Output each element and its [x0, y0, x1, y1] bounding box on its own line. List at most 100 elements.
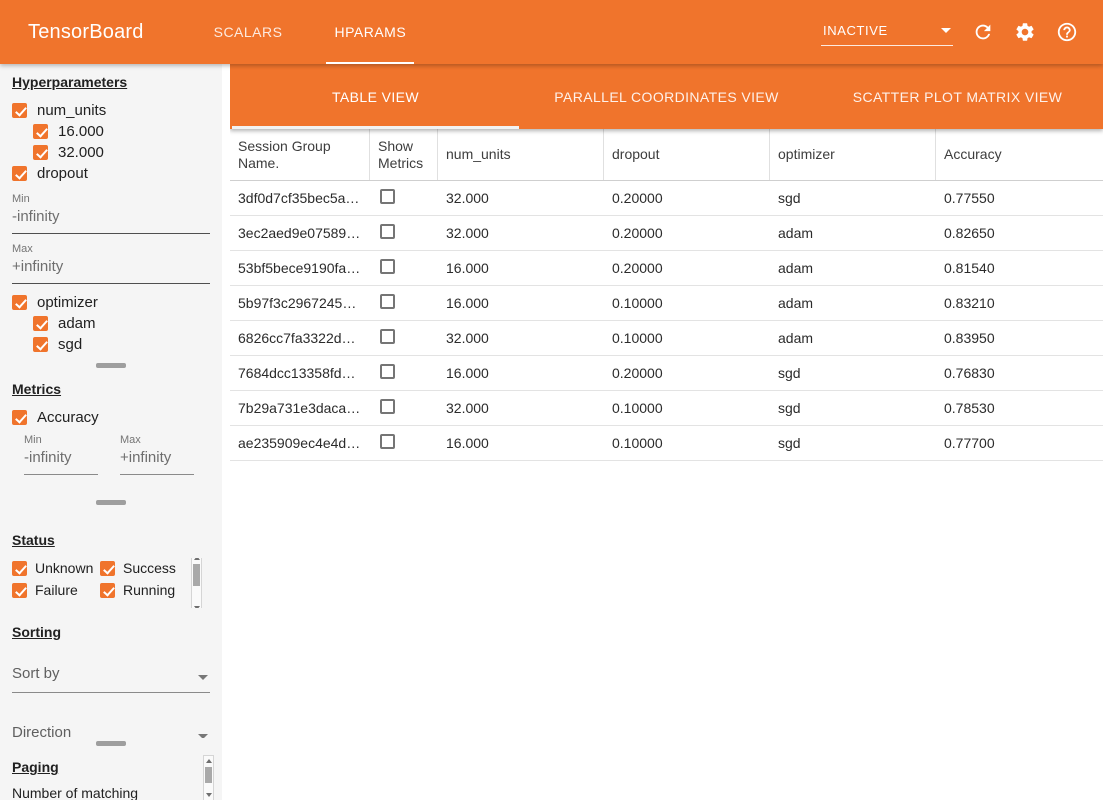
session-group-name: 7684dcc13358fd0…: [230, 365, 370, 381]
metric-min-label: Min: [24, 434, 98, 446]
status-checkbox-unknown[interactable]: Unknown: [12, 558, 100, 578]
show-metrics-checkbox[interactable]: [380, 364, 395, 379]
resize-grip-icon: [96, 741, 126, 746]
metric-checkbox-accuracy[interactable]: Accuracy: [12, 407, 210, 428]
hparam-checkbox-dropout[interactable]: dropout: [12, 163, 210, 184]
checkbox-label: dropout: [37, 165, 88, 182]
checkbox-checked-icon: [33, 316, 48, 331]
hparam-value-checkbox-adam[interactable]: adam: [33, 313, 210, 334]
metric-max-label: Max: [120, 434, 194, 446]
dropout-value: 0.10000: [604, 400, 770, 416]
paging-scrollbar[interactable]: [203, 755, 214, 800]
metric-min-input[interactable]: [24, 446, 98, 475]
checkbox-label: Failure: [35, 582, 78, 598]
direction-dropdown[interactable]: Direction: [12, 719, 210, 738]
checkbox-label: num_units: [37, 102, 106, 119]
column-header-dropout[interactable]: dropout: [604, 129, 770, 180]
checkbox-checked-icon: [33, 337, 48, 352]
table-row: 53bf5bece9190fa… 16.000 0.20000 adam 0.8…: [230, 251, 1103, 286]
pane-resize-handle[interactable]: [0, 738, 222, 749]
show-metrics-checkbox[interactable]: [380, 294, 395, 309]
checkbox-label: Accuracy: [37, 409, 99, 426]
dropout-max-input[interactable]: [12, 255, 210, 284]
dropout-value: 0.10000: [604, 435, 770, 451]
scroll-up-icon[interactable]: [204, 756, 213, 766]
chevron-down-icon: [198, 675, 208, 680]
sort-by-dropdown[interactable]: Sort by: [12, 660, 210, 693]
pane-resize-handle[interactable]: [0, 360, 222, 371]
table-row: 5b97f3c2967245b… 16.000 0.10000 adam 0.8…: [230, 286, 1103, 321]
optimizer-value: sgd: [770, 435, 936, 451]
scrollbar-thumb[interactable]: [205, 767, 212, 783]
session-group-name: 3ec2aed9e07589f…: [230, 225, 370, 241]
column-header-session-group-name[interactable]: Session Group Name.: [230, 129, 370, 180]
dropout-value: 0.20000: [604, 225, 770, 241]
optimizer-value: sgd: [770, 190, 936, 206]
show-metrics-checkbox[interactable]: [380, 224, 395, 239]
status-checkbox-running[interactable]: Running: [100, 580, 188, 600]
hparam-value-checkbox-sgd[interactable]: sgd: [33, 334, 210, 355]
dropout-value: 0.20000: [604, 260, 770, 276]
column-header-accuracy[interactable]: Accuracy: [936, 129, 1103, 180]
help-button[interactable]: [1055, 20, 1079, 44]
pane-resize-handle[interactable]: [0, 497, 222, 508]
metrics-pane: Metrics Accuracy Min Max: [0, 371, 222, 497]
tab-scatter-plot-matrix-view[interactable]: SCATTER PLOT MATRIX VIEW: [812, 64, 1103, 129]
tab-table-view[interactable]: TABLE VIEW: [230, 64, 521, 129]
tab-parallel-coordinates-view[interactable]: PARALLEL COORDINATES VIEW: [521, 64, 812, 129]
gear-icon: [1014, 21, 1036, 43]
hparam-checkbox-num-units[interactable]: num_units: [12, 100, 210, 121]
dropout-value: 0.10000: [604, 295, 770, 311]
checkbox-checked-icon: [12, 295, 27, 310]
column-header-num-units[interactable]: num_units: [438, 129, 604, 180]
hparam-checkbox-optimizer[interactable]: optimizer: [12, 292, 210, 313]
status-scrollbar[interactable]: [191, 558, 202, 608]
paging-heading: Paging: [12, 759, 210, 775]
num-units-value: 32.000: [438, 190, 604, 206]
accuracy-value: 0.77700: [936, 435, 1103, 451]
dropout-value: 0.20000: [604, 365, 770, 381]
checkbox-label: Unknown: [35, 560, 93, 576]
hparam-value-checkbox-16[interactable]: 16.000: [33, 121, 210, 142]
status-checkbox-success[interactable]: Success: [100, 558, 188, 578]
resize-grip-icon: [96, 500, 126, 505]
settings-button[interactable]: [1013, 20, 1037, 44]
optimizer-value: adam: [770, 260, 936, 276]
optimizer-value: sgd: [770, 365, 936, 381]
checkbox-label: 16.000: [58, 123, 104, 140]
accuracy-value: 0.81540: [936, 260, 1103, 276]
scroll-down-icon[interactable]: [192, 603, 201, 608]
show-metrics-checkbox[interactable]: [380, 399, 395, 414]
metric-max-input[interactable]: [120, 446, 194, 475]
show-metrics-checkbox[interactable]: [380, 189, 395, 204]
show-metrics-checkbox[interactable]: [380, 434, 395, 449]
tab-scalars[interactable]: SCALARS: [188, 0, 309, 64]
column-header-show-metrics[interactable]: Show Metrics: [370, 129, 438, 180]
reload-status-dropdown[interactable]: INACTIVE: [821, 19, 953, 46]
table-row: 3df0d7cf35bec5a… 32.000 0.20000 sgd 0.77…: [230, 181, 1103, 216]
scroll-up-icon[interactable]: [192, 558, 201, 563]
num-units-value: 16.000: [438, 260, 604, 276]
tab-hparams[interactable]: HPARAMS: [308, 0, 432, 64]
show-metrics-checkbox[interactable]: [380, 329, 395, 344]
show-metrics-checkbox[interactable]: [380, 259, 395, 274]
session-group-name: 5b97f3c2967245b…: [230, 295, 370, 311]
checkbox-label: sgd: [58, 336, 82, 353]
dropout-min-input[interactable]: [12, 205, 210, 234]
column-header-optimizer[interactable]: optimizer: [770, 129, 936, 180]
scroll-down-icon[interactable]: [204, 790, 213, 800]
help-icon: [1056, 21, 1078, 43]
checkbox-checked-icon: [12, 166, 27, 181]
tensorboard-app: TensorBoard SCALARS HPARAMS INACTIVE: [0, 0, 1103, 800]
direction-value: Direction: [12, 724, 71, 738]
hparam-value-checkbox-32[interactable]: 32.000: [33, 142, 210, 163]
scrollbar-thumb[interactable]: [193, 564, 200, 586]
dropout-max-label: Max: [12, 243, 210, 255]
checkbox-label: adam: [58, 315, 96, 332]
status-checkbox-failure[interactable]: Failure: [12, 580, 100, 600]
app-title: TensorBoard: [0, 21, 144, 44]
view-tabs: TABLE VIEW PARALLEL COORDINATES VIEW SCA…: [230, 64, 1103, 129]
checkbox-checked-icon: [12, 561, 27, 576]
checkbox-checked-icon: [100, 583, 115, 598]
refresh-button[interactable]: [971, 20, 995, 44]
